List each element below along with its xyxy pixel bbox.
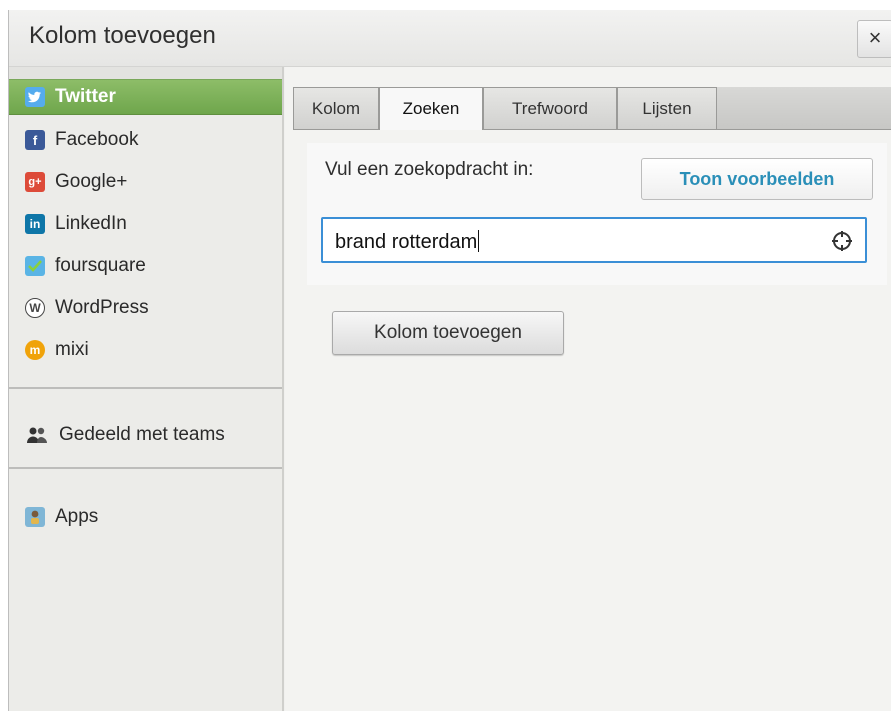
sidebar-item-facebook[interactable]: f Facebook: [9, 122, 282, 158]
tab-label: Lijsten: [642, 98, 692, 118]
sidebar-item-apps[interactable]: Apps: [9, 499, 282, 535]
linkedin-icon: in: [25, 214, 45, 234]
sidebar-item-mixi[interactable]: m mixi: [9, 332, 282, 368]
sidebar-item-label: Gedeeld met teams: [59, 424, 225, 445]
tab-bar: Kolom Zoeken Trefwoord Lijsten: [293, 87, 891, 130]
sidebar-item-shared-teams[interactable]: Gedeeld met teams: [9, 417, 282, 453]
sidebar-item-wordpress[interactable]: W WordPress: [9, 290, 282, 326]
close-button[interactable]: ×: [857, 20, 891, 58]
sidebar-top-edge: [9, 67, 282, 79]
tab-trefwoord[interactable]: Trefwoord: [483, 87, 617, 129]
sidebar-item-label: foursquare: [55, 255, 146, 276]
sidebar-item-label: mixi: [55, 339, 89, 360]
dialog-title: Kolom toevoegen: [29, 22, 216, 49]
add-column-dialog: Kolom toevoegen × Twitter f Facebook g+ …: [8, 10, 891, 711]
close-icon: ×: [868, 25, 882, 50]
location-target-icon[interactable]: [831, 230, 853, 252]
tab-label: Trefwoord: [512, 98, 588, 118]
twitter-icon: [25, 87, 45, 107]
facebook-icon: f: [25, 130, 45, 150]
sidebar-divider: [9, 387, 282, 389]
text-caret: [478, 230, 480, 252]
sidebar-item-label: LinkedIn: [55, 213, 127, 234]
sidebar-item-label: WordPress: [55, 297, 149, 318]
sidebar-item-label: Facebook: [55, 129, 139, 150]
mixi-icon: m: [25, 340, 45, 360]
sidebar-item-linkedin[interactable]: in LinkedIn: [9, 206, 282, 242]
search-input-value: brand rotterdam: [335, 230, 480, 253]
tab-kolom[interactable]: Kolom: [293, 87, 379, 129]
google-plus-icon: g+: [25, 172, 45, 192]
wordpress-icon: W: [25, 298, 45, 318]
network-sidebar: Twitter f Facebook g+ Google+ in LinkedI…: [9, 67, 284, 711]
add-column-button[interactable]: Kolom toevoegen: [332, 311, 564, 355]
team-icon: [25, 425, 49, 445]
sidebar-divider: [9, 467, 282, 469]
sidebar-item-twitter[interactable]: Twitter: [9, 79, 282, 115]
sidebar-item-google-plus[interactable]: g+ Google+: [9, 164, 282, 200]
tab-zoeken[interactable]: Zoeken: [379, 87, 483, 130]
show-examples-button[interactable]: Toon voorbeelden: [641, 158, 873, 200]
sidebar-item-label: Apps: [55, 506, 99, 527]
tab-label: Kolom: [311, 98, 361, 118]
tab-lijsten[interactable]: Lijsten: [617, 87, 717, 129]
search-prompt-label: Vul een zoekopdracht in:: [325, 159, 534, 180]
search-input[interactable]: brand rotterdam: [321, 217, 867, 263]
main-panel: Kolom Zoeken Trefwoord Lijsten Vul een z…: [285, 67, 891, 711]
sidebar-item-label: Google+: [55, 171, 128, 192]
sidebar-item-label: Twitter: [55, 86, 116, 107]
sidebar-item-foursquare[interactable]: foursquare: [9, 248, 282, 284]
apps-icon: [25, 507, 45, 527]
search-panel: Vul een zoekopdracht in: Toon voorbeelde…: [307, 143, 887, 285]
tab-label: Zoeken: [402, 99, 460, 118]
foursquare-icon: [25, 256, 45, 276]
dialog-titlebar: Kolom toevoegen ×: [9, 10, 891, 67]
